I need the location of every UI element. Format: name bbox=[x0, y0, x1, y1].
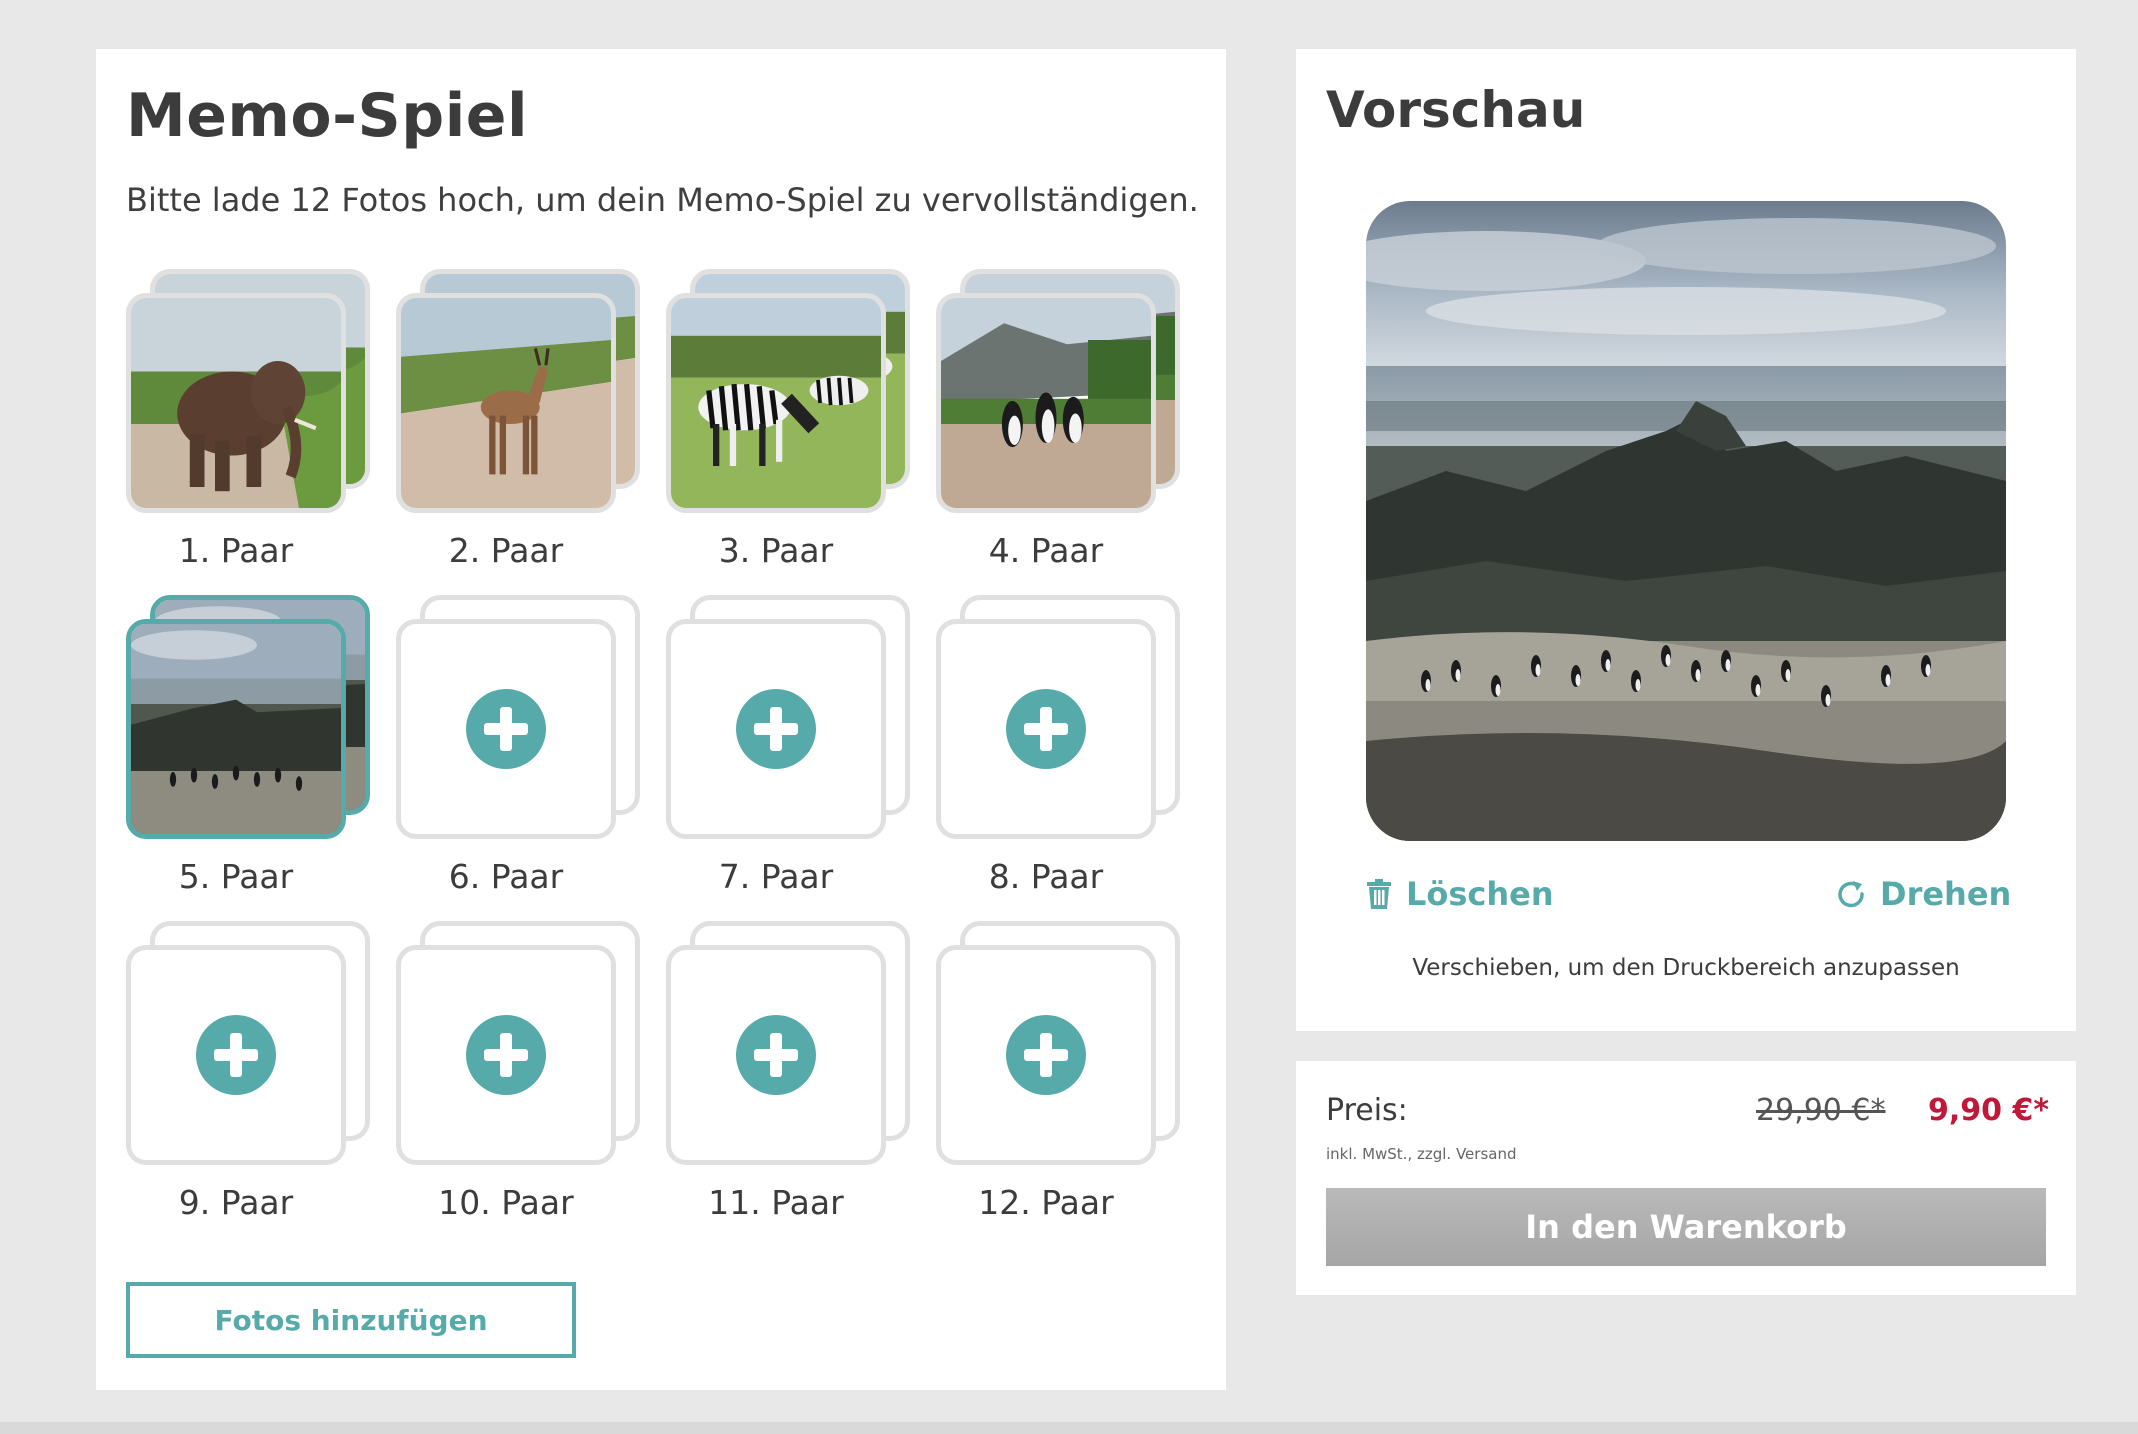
pair-label: 8. Paar bbox=[988, 857, 1104, 896]
antelope-photo bbox=[401, 298, 611, 508]
pair-label: 7. Paar bbox=[718, 857, 834, 896]
page-bottom-edge bbox=[0, 1422, 2138, 1434]
pair-card-front[interactable] bbox=[936, 293, 1156, 513]
penguins-coast-photo bbox=[131, 624, 341, 834]
pair-card-front[interactable] bbox=[396, 293, 616, 513]
tax-note: inkl. MwSt., zzgl. Versand bbox=[1326, 1145, 1517, 1163]
delete-label: Löschen bbox=[1406, 875, 1554, 913]
preview-image[interactable] bbox=[1366, 201, 2006, 841]
plus-icon[interactable] bbox=[1006, 689, 1086, 769]
pair-card-front[interactable] bbox=[666, 945, 886, 1165]
pair-card-front[interactable] bbox=[126, 945, 346, 1165]
pair-card-front[interactable] bbox=[126, 293, 346, 513]
trash-icon bbox=[1367, 879, 1391, 909]
elephant-photo bbox=[131, 298, 341, 508]
pair-card-front[interactable] bbox=[936, 945, 1156, 1165]
delete-button[interactable]: Löschen bbox=[1366, 875, 1554, 913]
pair-grid: 1. Paar 2. Paar 3. Paar 4. Paar 5. Paar … bbox=[126, 269, 1186, 1269]
plus-icon[interactable] bbox=[466, 689, 546, 769]
price-panel: Preis: inkl. MwSt., zzgl. Versand 29,90 … bbox=[1296, 1061, 2076, 1295]
penguins-road-photo bbox=[941, 298, 1151, 508]
memo-game-panel: Memo-Spiel Bitte lade 12 Fotos hoch, um … bbox=[96, 49, 1226, 1390]
pair-label: 2. Paar bbox=[448, 531, 564, 570]
memo-pair-5[interactable]: 5. Paar bbox=[126, 595, 372, 896]
plus-icon[interactable] bbox=[196, 1015, 276, 1095]
pair-label: 9. Paar bbox=[178, 1183, 294, 1222]
memo-pair-1[interactable]: 1. Paar bbox=[126, 269, 372, 570]
add-photos-button[interactable]: Fotos hinzufügen bbox=[126, 1282, 576, 1358]
memo-pair-7[interactable]: 7. Paar bbox=[666, 595, 912, 896]
drag-hint: Verschieben, um den Druckbereich anzupas… bbox=[1412, 955, 1960, 981]
instructions-text: Bitte lade 12 Fotos hoch, um dein Memo-S… bbox=[126, 181, 1199, 219]
pair-card-front[interactable] bbox=[666, 293, 886, 513]
rotate-icon bbox=[1838, 881, 1864, 908]
pair-card-front[interactable] bbox=[396, 619, 616, 839]
penguin-coast-photo bbox=[1366, 201, 2006, 841]
pair-card-front[interactable] bbox=[396, 945, 616, 1165]
page-title: Memo-Spiel bbox=[126, 81, 529, 151]
memo-pair-8[interactable]: 8. Paar bbox=[936, 595, 1182, 896]
pair-card-front[interactable] bbox=[126, 619, 346, 839]
memo-pair-10[interactable]: 10. Paar bbox=[396, 921, 642, 1222]
rotate-label: Drehen bbox=[1880, 875, 2012, 913]
preview-title: Vorschau bbox=[1326, 81, 1586, 139]
memo-pair-11[interactable]: 11. Paar bbox=[666, 921, 912, 1222]
memo-pair-12[interactable]: 12. Paar bbox=[936, 921, 1182, 1222]
plus-icon[interactable] bbox=[1006, 1015, 1086, 1095]
memo-pair-4[interactable]: 4. Paar bbox=[936, 269, 1182, 570]
memo-pair-6[interactable]: 6. Paar bbox=[396, 595, 642, 896]
rotate-button[interactable]: Drehen bbox=[1836, 875, 2011, 913]
pair-label: 3. Paar bbox=[718, 531, 834, 570]
pair-label: 12. Paar bbox=[978, 1183, 1114, 1222]
old-price: 29,90 €* bbox=[1756, 1093, 1886, 1128]
pair-label: 5. Paar bbox=[178, 857, 294, 896]
memo-pair-3[interactable]: 3. Paar bbox=[666, 269, 912, 570]
pair-label: 6. Paar bbox=[448, 857, 564, 896]
pair-label: 1. Paar bbox=[178, 531, 294, 570]
pair-card-front[interactable] bbox=[666, 619, 886, 839]
plus-icon[interactable] bbox=[736, 689, 816, 769]
pair-card-front[interactable] bbox=[936, 619, 1156, 839]
memo-pair-9[interactable]: 9. Paar bbox=[126, 921, 372, 1222]
price-label: Preis: bbox=[1326, 1093, 1408, 1128]
pair-label: 11. Paar bbox=[708, 1183, 844, 1222]
preview-panel: Vorschau Löschen Drehen Verschieben, um … bbox=[1296, 49, 2076, 1031]
memo-pair-2[interactable]: 2. Paar bbox=[396, 269, 642, 570]
pair-label: 4. Paar bbox=[988, 531, 1104, 570]
pair-label: 10. Paar bbox=[438, 1183, 574, 1222]
sale-price: 9,90 €* bbox=[1928, 1093, 2050, 1128]
plus-icon[interactable] bbox=[736, 1015, 816, 1095]
zebras-photo bbox=[671, 298, 881, 508]
add-to-cart-button[interactable]: In den Warenkorb bbox=[1326, 1188, 2046, 1266]
plus-icon[interactable] bbox=[466, 1015, 546, 1095]
page: Memo-Spiel Bitte lade 12 Fotos hoch, um … bbox=[0, 0, 2138, 1434]
